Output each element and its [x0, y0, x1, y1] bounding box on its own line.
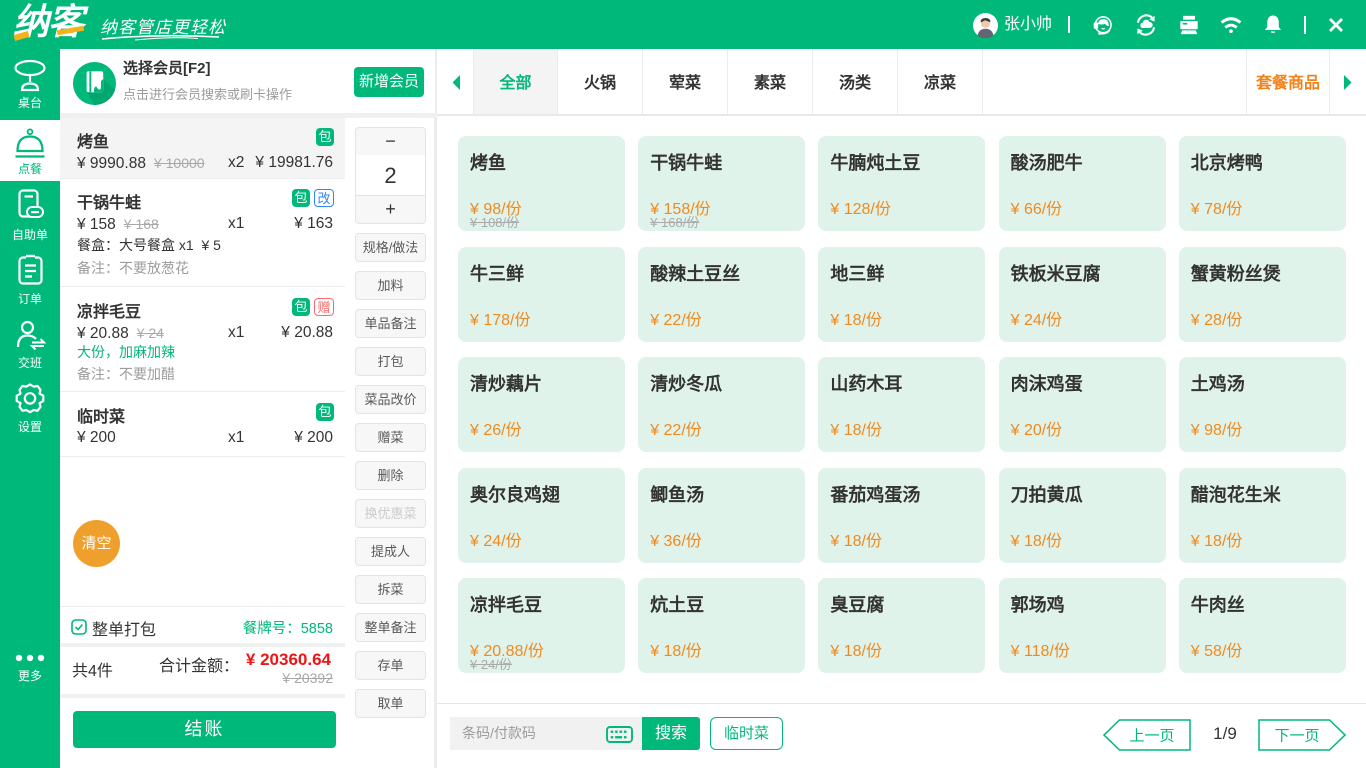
- svg-text:上一页: 上一页: [1129, 728, 1174, 745]
- svg-text:下一页: 下一页: [1274, 728, 1319, 745]
